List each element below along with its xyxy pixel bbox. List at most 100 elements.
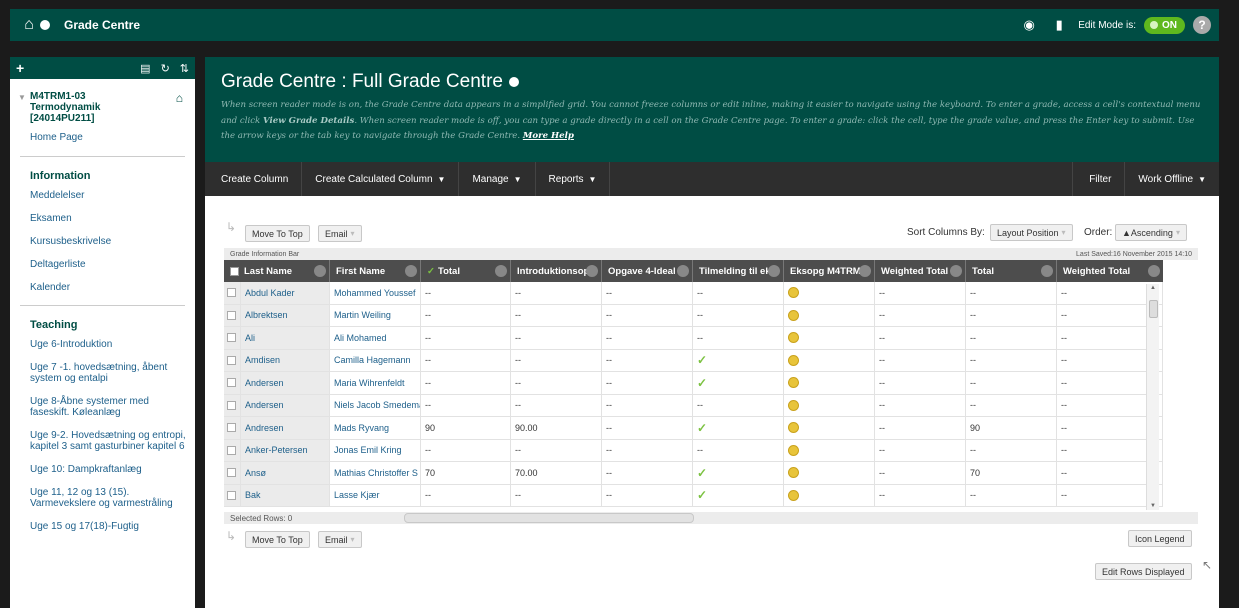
last-name-cell[interactable]: Ansø xyxy=(241,462,330,484)
sidebar-item-uge-11[interactable]: Uge 11, 12 og 13 (15). Varmevekslere og … xyxy=(10,487,195,509)
grade-cell-intro[interactable]: -- xyxy=(511,304,602,326)
grade-cell-wt[interactable]: -- xyxy=(875,282,966,304)
screen-reader-eye-icon[interactable]: ◉ xyxy=(1018,14,1040,36)
grade-cell-total[interactable]: -- xyxy=(421,304,511,326)
grade-cell-eksopg[interactable] xyxy=(784,304,875,326)
grade-cell-total2[interactable]: 90 xyxy=(966,417,1057,439)
grade-cell-total[interactable]: 90 xyxy=(421,417,511,439)
icon-legend-button[interactable]: Icon Legend xyxy=(1128,530,1192,547)
first-name-cell[interactable]: Jonas Emil Kring xyxy=(330,439,421,461)
grade-cell-intro[interactable]: 70.00 xyxy=(511,462,602,484)
folder-view-icon[interactable]: ▤ xyxy=(140,62,150,75)
grade-cell-opg[interactable]: -- xyxy=(602,417,693,439)
menu-dot-icon[interactable] xyxy=(40,20,50,30)
grade-cell-opg[interactable]: -- xyxy=(602,349,693,371)
scroll-up-icon[interactable]: ▲ xyxy=(1150,285,1156,291)
last-name-cell[interactable]: Amdisen xyxy=(241,349,330,371)
column-header-weighted-total[interactable]: Weighted Total xyxy=(875,260,966,282)
grade-cell-total2[interactable]: -- xyxy=(966,282,1057,304)
first-name-cell[interactable]: Lasse Kjær xyxy=(330,484,421,506)
grade-cell-wt[interactable]: -- xyxy=(875,394,966,416)
grade-cell-intro[interactable]: -- xyxy=(511,394,602,416)
column-header-last-name[interactable]: Last Name xyxy=(224,260,330,282)
grade-cell-tilm[interactable]: -- xyxy=(693,282,784,304)
last-name-cell[interactable]: Andersen xyxy=(241,372,330,394)
scroll-down-icon[interactable]: ▼ xyxy=(1150,503,1156,509)
edit-mode-toggle[interactable]: ON xyxy=(1144,16,1185,34)
manage-menu[interactable]: Manage ▼ xyxy=(459,162,536,196)
grade-cell-eksopg[interactable] xyxy=(784,327,875,349)
row-checkbox[interactable] xyxy=(227,490,236,500)
first-name-cell[interactable]: Maria Wihrenfeldt xyxy=(330,372,421,394)
column-menu-icon[interactable] xyxy=(314,265,326,277)
last-name-cell[interactable]: Bak xyxy=(241,484,330,506)
grade-cell-tilm[interactable]: ✓ xyxy=(693,372,784,394)
sidebar-item-home-page[interactable]: Home Page xyxy=(10,132,195,144)
grade-cell-intro[interactable]: -- xyxy=(511,282,602,304)
sidebar-item-uge-6[interactable]: Uge 6-Introduktion xyxy=(10,339,195,350)
course-name[interactable]: M4TRM1-03 Termodynamik [24014PU211] xyxy=(30,91,140,124)
grade-cell-tilm[interactable]: ✓ xyxy=(693,462,784,484)
grade-cell-total[interactable]: -- xyxy=(421,349,511,371)
sidebar-item-uge-8[interactable]: Uge 8-Åbne systemer med faseskift. Kølea… xyxy=(10,396,195,418)
grade-cell-total2[interactable]: -- xyxy=(966,349,1057,371)
column-header-tilmelding[interactable]: Tilmelding til ek xyxy=(693,260,784,282)
last-name-cell[interactable]: Abdul Kader xyxy=(241,282,330,304)
grade-cell-eksopg[interactable] xyxy=(784,417,875,439)
grade-cell-total2[interactable]: -- xyxy=(966,327,1057,349)
row-checkbox[interactable] xyxy=(227,445,236,455)
grade-cell-total[interactable]: 70 xyxy=(421,462,511,484)
filter-button[interactable]: Filter xyxy=(1072,162,1124,196)
first-name-cell[interactable]: Mads Ryvang xyxy=(330,417,421,439)
grade-cell-wt[interactable]: -- xyxy=(875,372,966,394)
grade-cell-eksopg[interactable] xyxy=(784,282,875,304)
create-calculated-column-menu[interactable]: Create Calculated Column ▼ xyxy=(302,162,460,196)
work-offline-menu[interactable]: Work Offline ▼ xyxy=(1124,162,1219,196)
grade-cell-wt[interactable]: -- xyxy=(875,349,966,371)
grade-cell-intro[interactable]: -- xyxy=(511,327,602,349)
grade-cell-opg[interactable]: -- xyxy=(602,282,693,304)
column-menu-icon[interactable] xyxy=(859,265,871,277)
grade-cell-total[interactable]: -- xyxy=(421,439,511,461)
column-header-first-name[interactable]: First Name xyxy=(330,260,421,282)
first-name-cell[interactable]: Mohammed Youssef xyxy=(330,282,421,304)
title-menu-dot-icon[interactable] xyxy=(508,77,519,87)
grade-cell-intro[interactable]: -- xyxy=(511,484,602,506)
grade-cell-wt[interactable]: -- xyxy=(875,327,966,349)
grade-cell-wt[interactable]: -- xyxy=(875,462,966,484)
grade-cell-tilm[interactable]: -- xyxy=(693,304,784,326)
course-home-icon[interactable]: ⌂ xyxy=(176,91,183,105)
sidebar-item-kursusbeskrivelse[interactable]: Kursusbeskrivelse xyxy=(10,236,195,247)
column-menu-icon[interactable] xyxy=(495,265,507,277)
create-column-button[interactable]: Create Column xyxy=(205,162,303,196)
grade-cell-wt[interactable]: -- xyxy=(875,484,966,506)
grade-cell-total[interactable]: -- xyxy=(421,484,511,506)
home-icon[interactable]: ⌂ xyxy=(18,14,40,36)
sidebar-item-meddelelser[interactable]: Meddelelser xyxy=(10,190,195,201)
email-button-bottom[interactable]: Email ▾ xyxy=(318,531,362,548)
grade-cell-wt[interactable]: -- xyxy=(875,417,966,439)
column-header-introduktionsop[interactable]: Introduktionsop xyxy=(511,260,602,282)
sidebar-item-uge-9[interactable]: Uge 9-2. Hovedsætning og entropi, kapite… xyxy=(10,430,195,452)
grade-cell-total[interactable]: -- xyxy=(421,372,511,394)
row-checkbox[interactable] xyxy=(227,378,236,388)
column-header-total-2[interactable]: Total xyxy=(966,260,1057,282)
grade-cell-total2[interactable]: -- xyxy=(966,439,1057,461)
reports-menu[interactable]: Reports ▼ xyxy=(536,162,611,196)
sort-columns-select[interactable]: Layout Position ▾ xyxy=(990,224,1073,241)
grade-cell-tilm[interactable]: -- xyxy=(693,439,784,461)
sidebar-item-uge-10[interactable]: Uge 10: Dampkraftanlæg xyxy=(10,464,195,475)
grade-cell-eksopg[interactable] xyxy=(784,349,875,371)
grade-cell-opg[interactable]: -- xyxy=(602,484,693,506)
grade-cell-eksopg[interactable] xyxy=(784,484,875,506)
grade-cell-intro[interactable]: -- xyxy=(511,349,602,371)
grade-cell-tilm[interactable]: ✓ xyxy=(693,349,784,371)
column-menu-icon[interactable] xyxy=(405,265,417,277)
grade-cell-total2[interactable]: -- xyxy=(966,484,1057,506)
color-palette-icon[interactable]: ▮ xyxy=(1048,14,1070,36)
grid-vertical-scrollbar[interactable]: ▲ ▼ xyxy=(1146,284,1159,510)
grade-cell-tilm[interactable]: ✓ xyxy=(693,484,784,506)
last-name-cell[interactable]: Albrektsen xyxy=(241,304,330,326)
sidebar-item-deltagerliste[interactable]: Deltagerliste xyxy=(10,259,195,270)
breadcrumb-grade-centre[interactable]: Grade Centre xyxy=(64,18,140,32)
